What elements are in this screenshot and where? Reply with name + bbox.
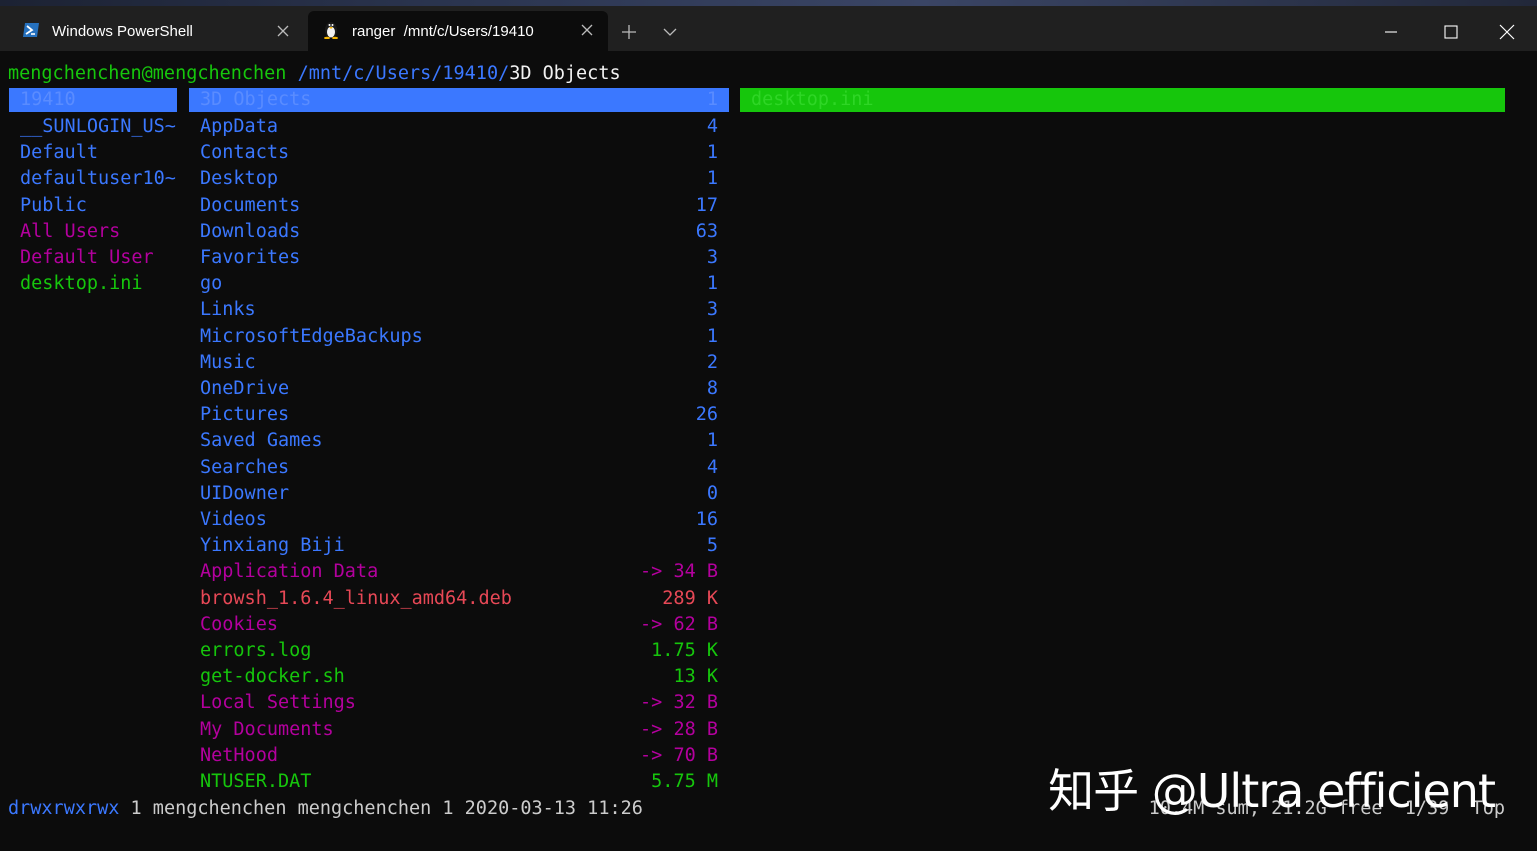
current-path: /mnt/c/Users/19410/ bbox=[297, 63, 510, 84]
file-list-item[interactable]: Desktop bbox=[200, 166, 278, 192]
file-list-item[interactable]: UIDowner bbox=[200, 481, 289, 507]
file-list-item[interactable]: get-docker.sh bbox=[200, 664, 345, 690]
current-dir: 3D Objects bbox=[509, 63, 621, 84]
file-size: 3 bbox=[706, 247, 718, 268]
tab-ranger[interactable]: ranger /mnt/c/Users/19410 bbox=[308, 11, 608, 51]
file-size: 0 bbox=[706, 482, 718, 504]
parent-list-item[interactable]: defaultuser10~ bbox=[20, 166, 176, 192]
file-size: 63 bbox=[695, 220, 718, 242]
file-size: 2 bbox=[706, 351, 718, 373]
close-tab-icon[interactable] bbox=[578, 21, 596, 39]
preview-selected-item: desktop.ini bbox=[751, 89, 874, 110]
parent-list-item[interactable]: Public bbox=[20, 193, 87, 219]
linux-penguin-icon bbox=[322, 19, 340, 43]
parent-selected-item: 19410 bbox=[20, 89, 76, 110]
file-size: 13 K bbox=[673, 666, 718, 688]
status-info: 1 mengchenchen mengchenchen 1 2020-03-13… bbox=[119, 798, 643, 819]
file-size: 4 bbox=[706, 116, 718, 137]
tab-windows-powershell[interactable]: Windows PowerShell bbox=[8, 12, 304, 51]
file-list-item[interactable]: Documents bbox=[200, 193, 300, 219]
file-size: 4 bbox=[706, 456, 718, 478]
main-selection-bar[interactable]: 3D Objects 1 bbox=[189, 88, 729, 112]
file-list-item[interactable]: MicrosoftEdgeBackups bbox=[200, 324, 423, 350]
tab-title: ranger /mnt/c/Users/19410 bbox=[352, 22, 534, 40]
file-size: 5 bbox=[706, 535, 718, 557]
file-size: 289 K bbox=[662, 587, 718, 609]
close-tab-icon[interactable] bbox=[274, 22, 292, 40]
file-size: 1 bbox=[706, 142, 718, 164]
file-list-item[interactable]: Favorites bbox=[200, 245, 300, 271]
path-header: mengchenchen@mengchenchen /mnt/c/Users/1… bbox=[8, 61, 621, 87]
file-size: 26 bbox=[695, 404, 718, 426]
chevron-down-icon[interactable] bbox=[655, 12, 685, 52]
parent-list-item[interactable]: desktop.ini bbox=[20, 271, 143, 297]
close-icon[interactable] bbox=[1484, 12, 1530, 52]
file-size: 3 bbox=[706, 299, 718, 321]
file-list-item[interactable]: Local Settings bbox=[200, 690, 356, 716]
main-selected-size: 1 bbox=[706, 89, 718, 110]
file-size: -> 34 B bbox=[640, 561, 718, 583]
file-size: 1.75 K bbox=[651, 640, 718, 661]
file-list-item[interactable]: Cookies bbox=[200, 612, 278, 638]
file-size: -> 28 B bbox=[640, 718, 718, 740]
preview-selection-bar[interactable]: desktop.ini bbox=[740, 88, 1505, 112]
title-bar: Windows PowerShell ranger /mnt/c/Users/1… bbox=[0, 6, 1537, 51]
maximize-icon[interactable] bbox=[1428, 12, 1474, 52]
parent-list-item[interactable]: All Users bbox=[20, 219, 120, 245]
file-size: 1 bbox=[706, 325, 718, 347]
file-list-item[interactable]: Videos bbox=[200, 507, 267, 533]
file-size: -> 62 B bbox=[640, 613, 718, 635]
file-size: 1 bbox=[706, 168, 718, 190]
file-size: 16 bbox=[695, 509, 718, 530]
main-selected-item: 3D Objects bbox=[200, 89, 312, 110]
file-size: 8 bbox=[706, 378, 718, 399]
file-list-item[interactable]: NetHood bbox=[200, 743, 278, 769]
file-size: 1 bbox=[706, 273, 718, 295]
user-host: mengchenchen@mengchenchen bbox=[8, 63, 287, 84]
status-permissions: drwxrwxrwx bbox=[8, 798, 120, 819]
minimize-icon[interactable] bbox=[1368, 12, 1414, 52]
file-size: -> 32 B bbox=[640, 692, 718, 714]
file-list-item[interactable]: NTUSER.DAT bbox=[200, 769, 311, 795]
file-size: 17 bbox=[695, 194, 718, 216]
file-list-item[interactable]: Application Data bbox=[200, 559, 378, 585]
parent-list-item[interactable]: __SUNLOGIN_US~ bbox=[20, 114, 176, 140]
file-list-item[interactable]: Contacts bbox=[200, 140, 289, 166]
file-list-item[interactable]: Yinxiang Biji bbox=[200, 533, 345, 559]
file-list-item[interactable]: browsh_1.6.4_linux_amd64.deb bbox=[200, 586, 512, 612]
file-list-item[interactable]: Saved Games bbox=[200, 428, 323, 454]
file-list-item[interactable]: go bbox=[200, 271, 222, 297]
powershell-icon bbox=[22, 22, 40, 42]
file-list-item[interactable]: Downloads bbox=[200, 219, 300, 245]
parent-list-item[interactable]: Default User bbox=[20, 245, 154, 271]
plus-icon[interactable] bbox=[614, 12, 644, 52]
status-line: drwxrwxrwx 1 mengchenchen mengchenchen 1… bbox=[8, 796, 643, 822]
file-list-item[interactable]: Links bbox=[200, 297, 256, 323]
file-size: -> 70 B bbox=[640, 744, 718, 766]
file-list-item[interactable]: AppData bbox=[200, 114, 278, 140]
file-size: 1 bbox=[706, 430, 718, 452]
file-list-item[interactable]: OneDrive bbox=[200, 376, 289, 402]
file-list-item[interactable]: Searches bbox=[200, 455, 289, 481]
file-size: 5.75 M bbox=[651, 771, 718, 792]
file-list-item[interactable]: Pictures bbox=[200, 402, 289, 428]
file-list-item[interactable]: Music bbox=[200, 350, 256, 376]
file-list-item[interactable]: errors.log bbox=[200, 638, 311, 664]
parent-list-item[interactable]: Default bbox=[20, 140, 98, 166]
watermark: 知乎 @Ultra efficient bbox=[1048, 764, 1496, 818]
file-list-item[interactable]: My Documents bbox=[200, 717, 334, 743]
parent-selection-bar[interactable]: 19410 bbox=[9, 88, 177, 112]
tab-title: Windows PowerShell bbox=[52, 23, 193, 40]
